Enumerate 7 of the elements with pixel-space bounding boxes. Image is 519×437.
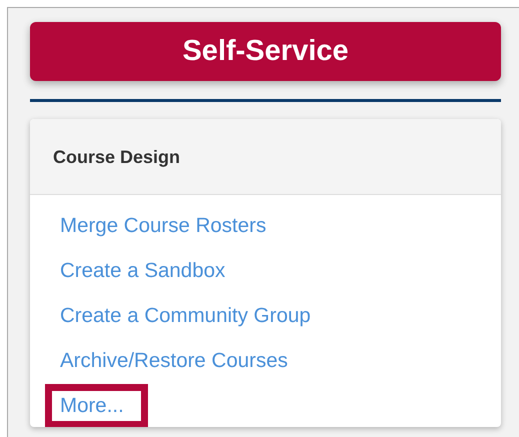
menu-link[interactable]: Merge Course Rosters	[45, 204, 282, 248]
panel-title: Course Design	[30, 119, 501, 195]
self-service-button[interactable]: Self-Service	[30, 22, 501, 81]
menu-link[interactable]: More...	[45, 384, 148, 427]
menu-link[interactable]: Archive/Restore Courses	[45, 338, 303, 382]
menu-link[interactable]: Create a Community Group	[45, 294, 326, 338]
menu-link[interactable]: Create a Sandbox	[45, 248, 240, 292]
